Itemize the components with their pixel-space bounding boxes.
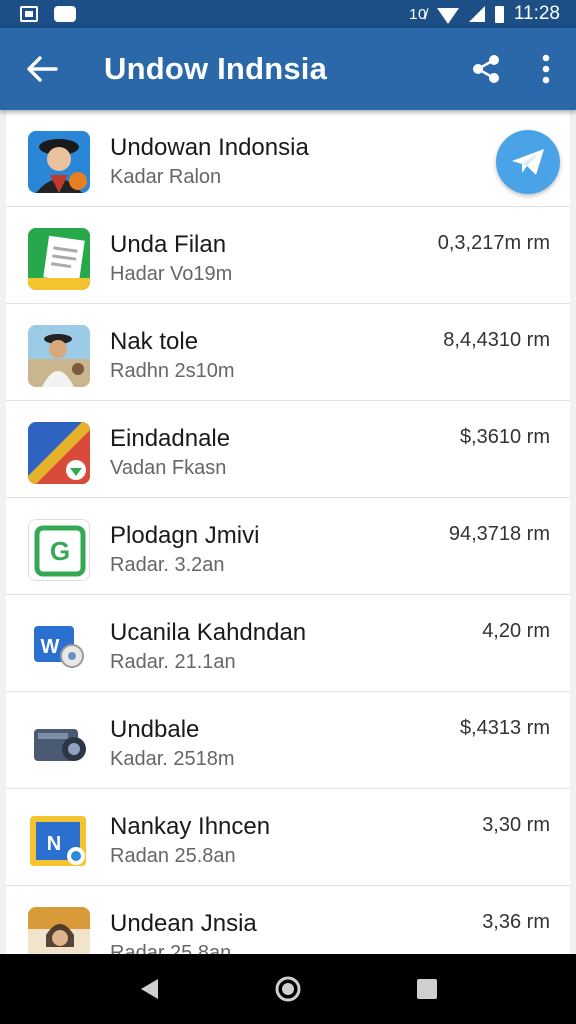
nav-home-icon	[275, 976, 301, 1002]
list-item[interactable]: Undowan Indonsia Kadar Ralon	[6, 110, 570, 207]
person-icon	[28, 907, 90, 954]
item-size: 3,30 rm	[482, 814, 550, 836]
share-button[interactable]	[456, 28, 516, 110]
send-button[interactable]	[496, 130, 560, 194]
share-icon	[473, 55, 499, 83]
nav-back-button[interactable]	[125, 965, 173, 1013]
svg-text:N: N	[47, 833, 61, 855]
more-vertical-icon	[542, 54, 550, 84]
status-right: 10̸ 11:28	[409, 3, 560, 25]
item-size: $,4313 rm	[459, 717, 550, 739]
signal-icon	[468, 6, 485, 22]
camera-icon	[28, 713, 90, 775]
word-icon: W	[28, 616, 90, 678]
list-item[interactable]: N Nankay Ihncen Radan 25.8an 3,30 rm	[6, 789, 570, 886]
item-title: Eindadnale	[110, 425, 231, 452]
item-title: Ucanila Kahdndan	[110, 619, 307, 646]
nav-recents-button[interactable]	[403, 965, 451, 1013]
g-icon: G	[28, 519, 90, 581]
item-subtitle: Radar. 21.1an	[110, 651, 236, 673]
status-time: 11:28	[513, 3, 560, 24]
page-title: Undow Indnsia	[104, 51, 328, 86]
item-subtitle: Hadar Vo19m	[110, 263, 233, 285]
list-item[interactable]: Eindadnale Vadan Fkasn $,3610 rm	[6, 401, 570, 498]
avatar-icon	[28, 131, 90, 193]
svg-text:W: W	[41, 636, 60, 658]
item-title: Plodagn Jmivi	[110, 522, 260, 549]
back-arrow-icon	[27, 56, 58, 82]
list-item[interactable]: G Plodagn Jmivi Radar. 3.2an 94,3718 rm	[6, 498, 570, 595]
list-item[interactable]: Nak tole Radhn 2s10m 8,4,4310 rm	[6, 304, 570, 401]
item-size: 4,20 rm	[482, 620, 550, 642]
gamepad-notification-icon	[54, 6, 76, 22]
item-title: Nankay Ihncen	[110, 813, 271, 840]
item-size: 3,36 rm	[482, 911, 550, 933]
maps-icon	[28, 422, 90, 484]
nav-back-icon	[141, 979, 159, 999]
list-item[interactable]: Undbale Kadar. 2518m $,4313 rm	[6, 692, 570, 789]
list-item[interactable]: W Ucanila Kahdndan Radar. 21.1an 4,20 rm	[6, 595, 570, 692]
item-title: Undowan Indonsia	[110, 134, 309, 161]
nav-recents-icon	[416, 979, 437, 999]
item-subtitle: Kadar. 2518m	[110, 748, 235, 770]
item-title: Unda Filan	[110, 231, 227, 258]
item-size: $,3610 rm	[459, 426, 550, 448]
item-size: 94,3718 rm	[448, 523, 550, 545]
wifi-icon	[436, 8, 459, 24]
telegram-send-icon	[512, 149, 544, 175]
battery-icon	[494, 5, 504, 23]
item-title: Undean Jnsia	[110, 910, 257, 937]
item-subtitle: Radar. 3.2an	[110, 554, 225, 576]
status-left	[20, 6, 76, 22]
item-size: 8,4,4310 rm	[443, 329, 550, 351]
note-icon: N	[28, 810, 90, 872]
document-icon	[28, 228, 90, 290]
navigation-bar	[0, 954, 576, 1024]
item-subtitle: Radar 25.8an	[110, 942, 232, 954]
app-bar: Undow Indnsia	[0, 28, 576, 110]
overflow-menu-button[interactable]	[516, 28, 576, 110]
list-item[interactable]: Undean Jnsia Radar 25.8an 3,36 rm	[6, 886, 570, 954]
nav-home-button[interactable]	[264, 965, 312, 1013]
item-subtitle: Kadar Ralon	[110, 166, 222, 188]
list-item[interactable]: Unda Filan Hadar Vo19m 0,3,217m rm	[6, 207, 570, 304]
item-size: 0,3,217m rm	[437, 232, 550, 254]
network-indicator: 10̸	[409, 5, 427, 23]
back-button[interactable]	[0, 28, 84, 110]
photo-icon	[28, 325, 90, 387]
screen: 10̸ 11:28 Undow Indnsia Undowan Indonsia…	[0, 0, 576, 1024]
image-notification-icon	[20, 6, 38, 22]
item-subtitle: Vadan Fkasn	[110, 457, 227, 479]
status-bar: 10̸ 11:28	[0, 0, 576, 28]
item-title: Undbale	[110, 716, 200, 743]
svg-text:G: G	[50, 536, 70, 566]
item-subtitle: Radan 25.8an	[110, 845, 236, 867]
download-list: Undowan Indonsia Kadar Ralon Unda Filan …	[6, 110, 570, 954]
item-subtitle: Radhn 2s10m	[110, 360, 235, 382]
item-title: Nak tole	[110, 328, 199, 355]
